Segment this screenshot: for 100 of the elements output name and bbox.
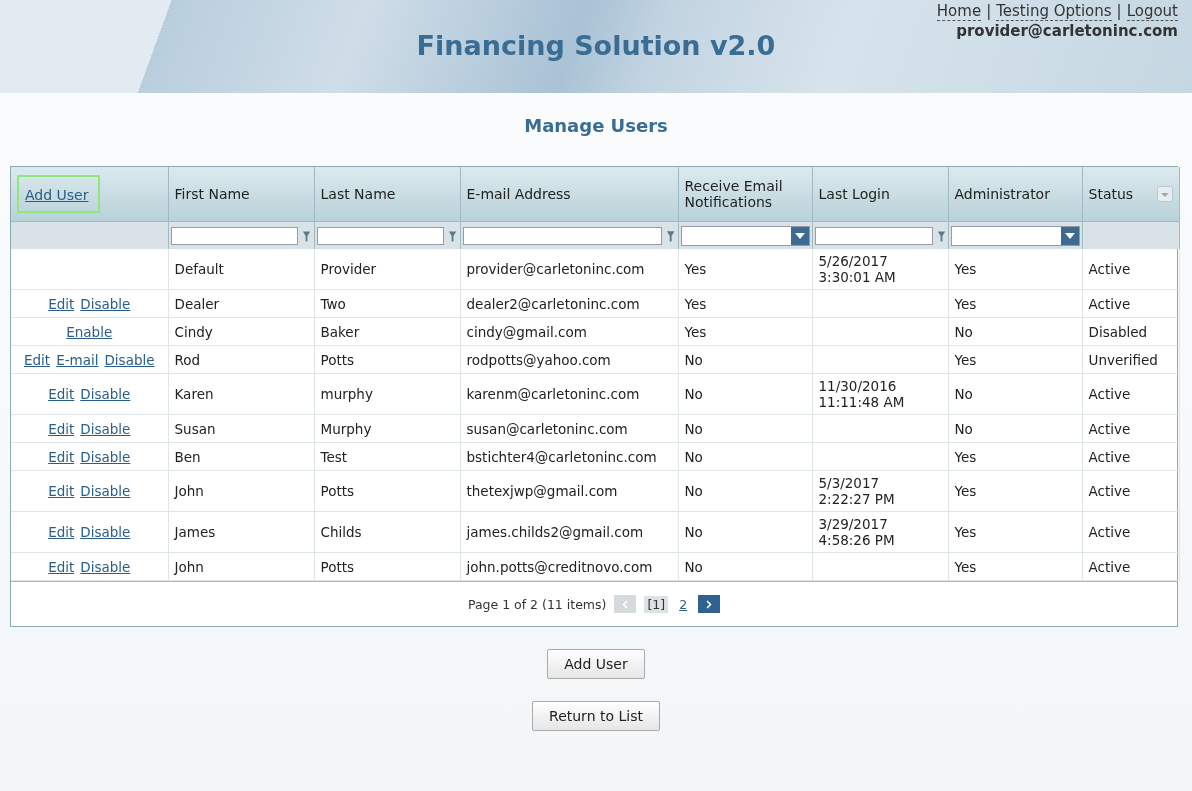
- table-cell: Potts: [320, 558, 355, 575]
- table-cell: cindy@gmail.com: [466, 323, 587, 340]
- table-cell: Susan: [174, 420, 216, 437]
- nav-link[interactable]: Logout: [1126, 2, 1178, 21]
- dropdown-arrow-icon: [794, 232, 805, 239]
- table-cell: dealer2@carletoninc.com: [466, 295, 640, 312]
- filter-field[interactable]: [462, 226, 663, 245]
- nav-link[interactable]: Testing Options: [996, 2, 1112, 21]
- table-cell: No: [684, 524, 703, 540]
- table-cell: Unverified: [1088, 351, 1158, 368]
- table-cell-text: 11/30/2016 11:11:48 AM: [818, 378, 906, 410]
- table-cell: No: [684, 351, 703, 368]
- column-menu-icon[interactable]: [1156, 186, 1173, 202]
- table-cell: Childs: [320, 524, 362, 540]
- table-cell: Potts: [320, 351, 355, 368]
- table-cell: Karen: [174, 386, 214, 402]
- filter-field[interactable]: [814, 226, 933, 245]
- column-header[interactable]: Last Login: [818, 186, 890, 202]
- filter-field[interactable]: [170, 226, 299, 245]
- table-cell: No: [954, 386, 973, 402]
- row-action-link[interactable]: Edit: [48, 295, 75, 312]
- action-button[interactable]: Add User: [547, 649, 645, 679]
- filter-icon[interactable]: [302, 228, 312, 243]
- table-cell: Yes: [954, 524, 977, 540]
- table-cell: John: [174, 483, 204, 499]
- action-button[interactable]: Return to List: [532, 701, 660, 731]
- table-cell: John: [174, 558, 204, 575]
- table-cell: Test: [320, 448, 348, 465]
- chevron-left-icon: [622, 599, 629, 609]
- table-cell: Yes: [684, 323, 707, 340]
- table-cell: provider@carletoninc.com: [466, 261, 645, 277]
- column-header[interactable]: Last Name: [320, 186, 396, 202]
- table-cell: john.potts@creditnovo.com: [466, 558, 653, 575]
- table-cell: Active: [1088, 558, 1131, 575]
- row-action-link[interactable]: Disable: [80, 420, 131, 437]
- table-cell-text: 5/3/2017 2:22:27 PM: [818, 475, 896, 507]
- table-cell: Yes: [684, 295, 707, 312]
- page-link[interactable]: 2: [676, 595, 691, 613]
- row-action-link[interactable]: Disable: [80, 524, 131, 540]
- table-cell: bstichter4@carletoninc.com: [466, 448, 657, 465]
- row-action-link[interactable]: Edit: [23, 351, 51, 368]
- row-action-link[interactable]: Edit: [48, 558, 75, 575]
- table-cell: James: [174, 524, 216, 540]
- table-cell: Active: [1088, 448, 1131, 465]
- page-link[interactable]: [1]: [644, 595, 669, 613]
- link-separator: |: [986, 2, 992, 21]
- table-cell: Yes: [954, 295, 977, 312]
- add-user-link[interactable]: Add User: [17, 175, 101, 213]
- row-action-link[interactable]: Edit: [48, 420, 75, 437]
- column-header[interactable]: First Name: [174, 186, 250, 202]
- row-action-link[interactable]: Disable: [104, 351, 155, 368]
- table-cell: No: [684, 448, 703, 465]
- table-cell: james.childs2@gmail.com: [466, 524, 644, 540]
- table-cell: Yes: [954, 261, 977, 277]
- table-cell: murphy: [320, 386, 373, 402]
- filter-dropdown[interactable]: [950, 225, 1080, 246]
- next-page-button[interactable]: [698, 595, 721, 613]
- app-title: Financing Solution v2.0: [416, 30, 776, 63]
- table-cell: Yes: [954, 351, 977, 368]
- link-separator: |: [1116, 2, 1122, 21]
- filter-icon[interactable]: [666, 228, 676, 243]
- table-cell: Active: [1088, 261, 1131, 277]
- table-cell: Provider: [320, 261, 377, 277]
- chevron-right-icon: [706, 599, 713, 609]
- filter-icon[interactable]: [448, 228, 458, 243]
- table-cell: Dealer: [174, 295, 220, 312]
- table-cell: No: [684, 558, 703, 575]
- table-cell: Yes: [954, 483, 977, 499]
- table-cell: Ben: [174, 448, 201, 465]
- table-cell: No: [684, 483, 703, 499]
- row-action-link[interactable]: Disable: [80, 295, 131, 312]
- column-header[interactable]: Status: [1088, 186, 1134, 202]
- table-cell: Yes: [954, 448, 977, 465]
- table-cell: Cindy: [174, 323, 213, 340]
- filter-field[interactable]: [316, 226, 445, 245]
- filter-dropdown[interactable]: [680, 225, 810, 246]
- table-cell: Rod: [174, 351, 201, 368]
- row-action-link[interactable]: Disable: [80, 448, 131, 465]
- table-cell-text: 3/29/2017 4:58:26 PM: [818, 516, 896, 548]
- column-header[interactable]: E-mail Address: [466, 186, 571, 202]
- row-action-link[interactable]: E-mail: [56, 351, 99, 368]
- table-cell: Active: [1088, 295, 1131, 312]
- table-cell: Baker: [320, 323, 360, 340]
- row-action-link[interactable]: Edit: [48, 483, 75, 499]
- table-cell: Active: [1088, 420, 1131, 437]
- table-cell: Yes: [684, 261, 707, 277]
- row-action-link[interactable]: Disable: [80, 483, 131, 499]
- nav-link[interactable]: Home: [936, 2, 982, 21]
- row-action-link[interactable]: Edit: [48, 448, 75, 465]
- row-action-link[interactable]: Disable: [80, 386, 131, 402]
- row-action-link[interactable]: Enable: [66, 323, 113, 340]
- table-cell: Active: [1088, 386, 1131, 402]
- table-cell: No: [684, 386, 703, 402]
- table-cell-text: 5/26/2017 3:30:01 AM: [818, 253, 897, 285]
- row-action-link[interactable]: Disable: [80, 558, 131, 575]
- table-cell: Two: [320, 295, 346, 312]
- page-title: Manage Users: [523, 115, 669, 136]
- table-cell: No: [954, 420, 973, 437]
- row-action-link[interactable]: Edit: [48, 524, 75, 540]
- row-action-link[interactable]: Edit: [48, 386, 75, 402]
